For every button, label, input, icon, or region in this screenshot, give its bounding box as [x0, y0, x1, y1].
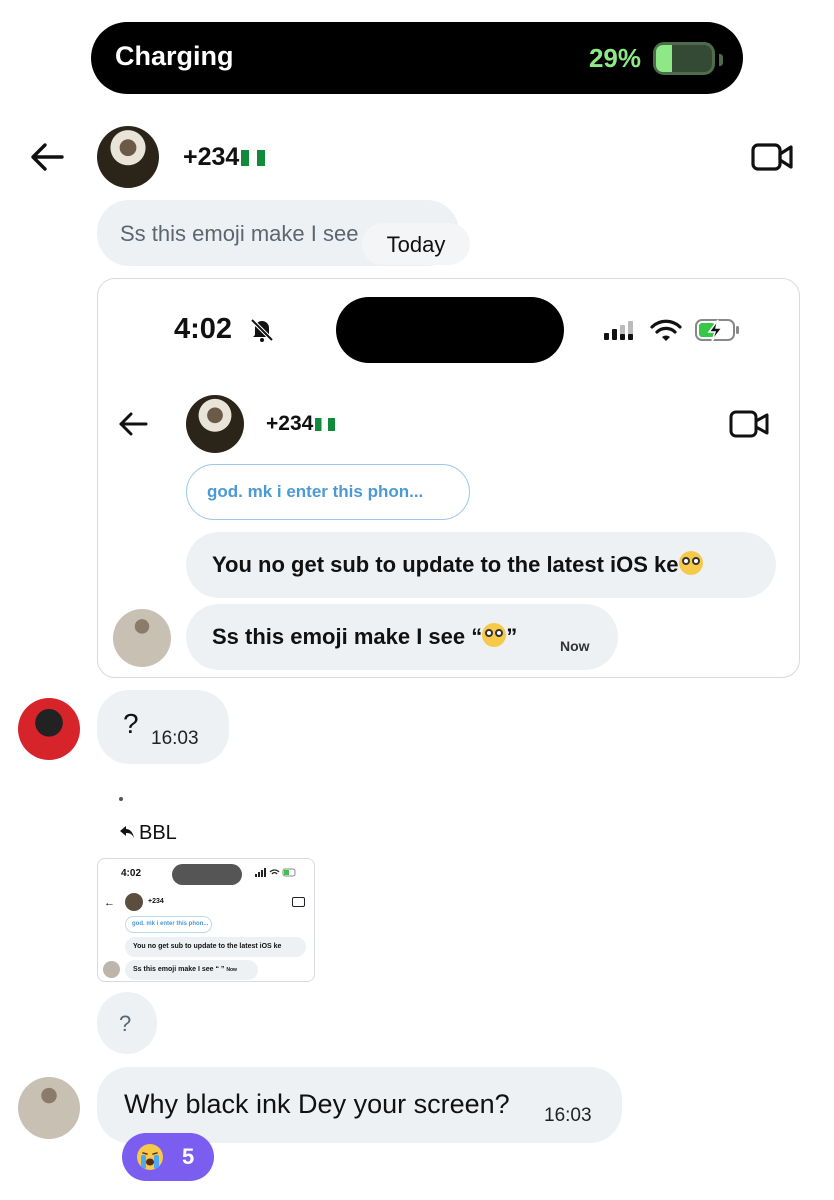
thumb-avatar [125, 893, 143, 911]
shared-screenshot-image[interactable]: 4:02 +234 god. mk i enter this phon... Y… [97, 278, 800, 678]
thumb-time: 4:02 [121, 868, 142, 879]
battery-cap [719, 54, 723, 66]
battery-charging-icon [695, 319, 739, 342]
thumb-bubble-2: Ss this emoji make I see “ ” Now [125, 960, 258, 980]
thumb-reply-text: god. mk i enter this phon... [132, 921, 209, 927]
thumb-bubble-1: You no get sub to update to the latest i… [125, 937, 306, 957]
thumb-status-icons [255, 868, 299, 880]
message-bubble-2[interactable]: ? [97, 992, 157, 1054]
video-call-icon[interactable] [750, 138, 794, 176]
screenshot-message-time: Now [560, 638, 590, 654]
forwarded-label-text: BBL [139, 822, 177, 844]
reaction-count: 5 [182, 1144, 195, 1169]
battery-icon [653, 42, 715, 75]
nigeria-flag-icon [241, 150, 266, 167]
thumb-message-1: You no get sub to update to the latest i… [133, 943, 282, 950]
nigeria-flag-icon [315, 417, 336, 431]
message-text-3: Why black ink Dey your screen? [124, 1089, 510, 1119]
thumb-dynamic-island [172, 864, 242, 885]
contact-avatar[interactable] [97, 126, 159, 188]
screenshot-time: 4:02 [174, 313, 233, 345]
message-text-2: ? [119, 1011, 132, 1036]
thumb-contact: +234 [148, 898, 164, 905]
message-time-3: 16:03 [544, 1105, 592, 1126]
signal-icon [604, 321, 633, 340]
thumb-video-icon [292, 897, 305, 907]
thumb-avatar-2 [103, 961, 120, 978]
battery-fill [656, 45, 673, 72]
screenshot-reply-preview: god. mk i enter this phon... [186, 464, 470, 520]
separator-dot [119, 797, 123, 801]
date-chip: Today [362, 223, 470, 265]
screenshot-message-bubble: You no get sub to update to the latest i… [186, 532, 776, 598]
screenshot-message-2-pre: Ss this emoji make I see “ [212, 624, 483, 649]
reply-arrow-icon [119, 822, 135, 845]
message-bubble-3[interactable]: Why black ink Dey your screen? 16:03 [97, 1067, 622, 1143]
sender-avatar-2[interactable] [18, 1077, 80, 1139]
contact-name[interactable]: +234 [183, 143, 266, 172]
screenshot-back-arrow-icon [119, 412, 148, 436]
screenshot-sender-avatar [113, 609, 171, 667]
crying-emoji-icon [137, 1144, 163, 1170]
screenshot-message-bubble-2: Ss this emoji make I see “ ” Now [186, 604, 618, 670]
thumb-message-2-text: Ss this emoji make I see “ ” [133, 966, 225, 973]
screenshot-message-1: You no get sub to update to the latest i… [212, 552, 679, 577]
reaction-badge[interactable]: 5 [122, 1133, 214, 1181]
message-time: 16:03 [151, 728, 199, 749]
thumb-reply-preview: god. mk i enter this phon... [125, 916, 212, 933]
shared-screenshot-thumbnail[interactable]: 4:02 ← +234 god. mk i enter this phon...… [97, 858, 315, 982]
screenshot-message-text: You no get sub to update to the latest i… [212, 551, 703, 578]
thumb-message-2: Ss this emoji make I see “ ” Now [133, 966, 237, 973]
charging-status-pill: Charging 29% [91, 22, 743, 94]
screenshot-reply-text: god. mk i enter this phon... [207, 482, 424, 501]
wifi-icon [650, 319, 682, 341]
screenshot-message-text-2: Ss this emoji make I see “ ” [212, 623, 517, 650]
sender-avatar[interactable] [18, 698, 80, 760]
screenshot-contact-avatar [186, 395, 244, 453]
screenshot-message-2-post: ” [506, 624, 518, 649]
preview-text: Ss this emoji make I see [120, 221, 359, 246]
battery-percent: 29% [588, 43, 641, 73]
contact-number: +234 [183, 143, 240, 171]
message-bubble[interactable]: ? 16:03 [97, 690, 229, 764]
forwarded-label[interactable]: BBL [119, 822, 177, 845]
message-text: ? [123, 708, 139, 739]
flushed-emoji-icon [482, 623, 507, 647]
screenshot-video-icon [729, 410, 769, 438]
screenshot-contact-number: +234 [266, 412, 314, 435]
charging-label: Charging [115, 41, 234, 71]
flushed-emoji-icon [678, 551, 703, 575]
dynamic-island [336, 297, 564, 363]
thumb-message-2-time: Now [226, 967, 237, 973]
thumb-back-arrow-icon: ← [104, 897, 115, 909]
screenshot-contact-name: +234 [266, 412, 336, 436]
back-arrow-icon[interactable] [28, 138, 66, 176]
bell-muted-icon [250, 318, 274, 342]
date-chip-label: Today [386, 232, 446, 257]
